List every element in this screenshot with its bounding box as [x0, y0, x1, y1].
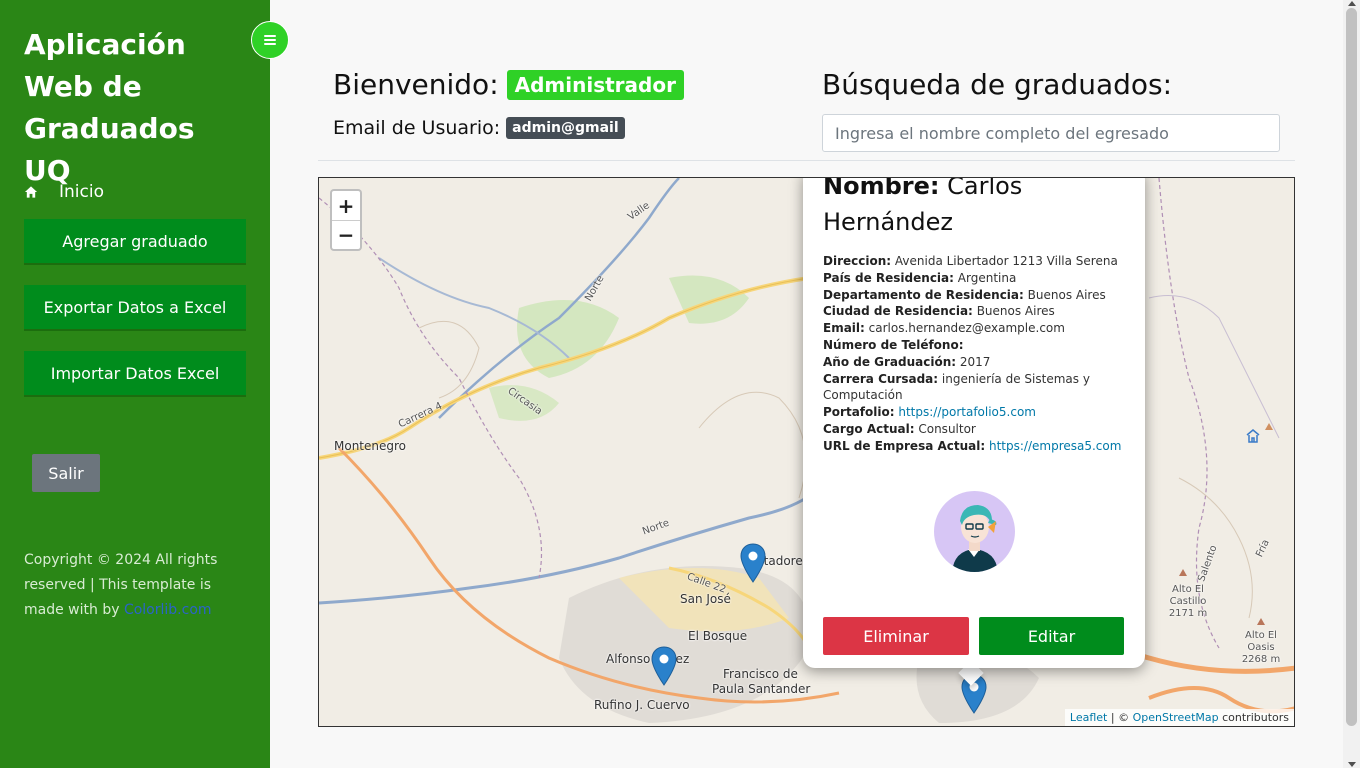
detail-label: Departamento de Residencia: [823, 287, 1024, 302]
map-label-paula: Paula Santander [712, 682, 811, 696]
detail-label: Direccion: [823, 254, 892, 268]
alto-oasis-elev: 2268 m [1241, 654, 1281, 665]
alto-oasis-name: Alto El Oasis [1245, 630, 1277, 653]
portfolio-link[interactable]: https://portafolio5.com [898, 405, 1036, 419]
attribution-contributors: contributors [1218, 711, 1289, 724]
colorlib-link[interactable]: Colorlib.com [124, 602, 212, 618]
graduate-popup: Nombre: Carlos Hernández Direccion: Aven… [803, 177, 1145, 668]
home-icon [24, 186, 38, 198]
map[interactable]: + − Montenegro San José El Bosque Alfons… [318, 177, 1295, 727]
detail-value: Avenida Libertador 1213 Villa Serena [894, 254, 1118, 268]
delete-button[interactable]: Eliminar [823, 617, 969, 655]
detail-email: Email: carlos.hernandez@example.com [823, 320, 1123, 337]
detail-graduation-year: Año de Graduación: 2017 [823, 354, 1123, 371]
copyright-text: Copyright © 2024 All rights reserved | T… [24, 548, 244, 623]
detail-value: Argentina [957, 270, 1017, 285]
detail-company-url: URL de Empresa Actual: https://empresa5.… [823, 438, 1123, 455]
export-excel-button[interactable]: Exportar Datos a Excel [24, 285, 246, 331]
map-label-el-bosque: El Bosque [688, 629, 748, 643]
nav-home-link[interactable]: Inicio [24, 182, 104, 202]
alto-castillo-name: Alto El Castillo [1169, 584, 1207, 607]
add-graduate-button[interactable]: Agregar graduado [24, 219, 246, 265]
detail-country: País de Residencia: Argentina [823, 270, 1123, 287]
menu-toggle-button[interactable] [251, 21, 289, 59]
map-label-francisco: Francisco de [723, 667, 798, 681]
email-row: Email de Usuario: admin@gmail [333, 117, 625, 139]
detail-department: Departamento de Residencia: Buenos Aires [823, 287, 1123, 304]
detail-label: Número de Teléfono: [823, 337, 964, 352]
attribution-sep: | © [1107, 711, 1133, 724]
zoom-in-button[interactable]: + [332, 191, 360, 220]
search-title: Búsqueda de graduados: [822, 68, 1173, 101]
map-marker-icon[interactable] [740, 543, 766, 583]
shelter-icon [1246, 429, 1260, 443]
map-label-rufino: Rufino J. Cuervo [594, 698, 690, 712]
detail-value: Buenos Aires [976, 304, 1055, 319]
map-label-alto-castillo: Alto El Castillo 2171 m [1163, 584, 1213, 620]
detail-address: Direccion: Avenida Libertador 1213 Villa… [823, 253, 1123, 270]
alto-castillo-elev: 2171 m [1168, 608, 1208, 619]
detail-label: URL de Empresa Actual: [823, 438, 986, 453]
detail-label: Año de Graduación: [823, 354, 957, 369]
welcome-row: Bienvenido: Administrador [333, 68, 684, 101]
user-email-badge: admin@gmail [506, 117, 625, 139]
logout-button[interactable]: Salir [32, 454, 100, 492]
detail-label: Cargo Actual: [823, 421, 915, 436]
detail-label: Carrera Cursada: [823, 371, 939, 386]
detail-label: Portafolio: [823, 405, 895, 420]
avatar-illustration [952, 505, 998, 572]
detail-city: Ciudad de Residencia: Buenos Aires [823, 303, 1123, 320]
popup-details: Direccion: Avenida Libertador 1213 Villa… [823, 253, 1123, 455]
detail-position: Cargo Actual: Consultor [823, 421, 1123, 438]
detail-phone: Número de Teléfono: [823, 337, 1123, 354]
edit-button[interactable]: Editar [979, 617, 1124, 655]
app-title: Aplicación Web de Graduados UQ [24, 28, 195, 187]
detail-label: País de Residencia: [823, 270, 954, 285]
map-label-alto-oasis: Alto El Oasis 2268 m [1241, 630, 1281, 666]
detail-value: Consultor [918, 421, 976, 436]
detail-label: Email: [823, 321, 865, 336]
popup-name-label: Nombre: [823, 177, 940, 200]
scrollbar-thumb[interactable] [1346, 8, 1357, 726]
map-marker-icon[interactable] [651, 646, 677, 686]
import-excel-button[interactable]: Importar Datos Excel [24, 351, 246, 397]
avatar [934, 491, 1015, 572]
sidebar: Aplicación Web de Graduados UQ Inicio Ag… [0, 0, 289, 768]
search-input[interactable] [822, 114, 1280, 152]
zoom-out-button[interactable]: − [332, 220, 360, 249]
detail-label: Ciudad de Residencia: [823, 304, 973, 319]
map-label-montenegro: Montenegro [334, 439, 407, 453]
page-scrollbar[interactable] [1343, 0, 1360, 768]
osm-link[interactable]: OpenStreetMap [1133, 711, 1219, 724]
company-url-link[interactable]: https://empresa5.com [989, 439, 1121, 453]
scroll-down-arrow-icon[interactable] [1348, 762, 1356, 767]
popup-name: Nombre: Carlos Hernández [823, 177, 1123, 240]
email-label: Email de Usuario: [333, 117, 501, 139]
user-role-badge: Administrador [506, 69, 684, 100]
detail-value: Buenos Aires [1027, 287, 1106, 302]
map-attribution: Leaflet | © OpenStreetMap contributors [1064, 709, 1294, 726]
hamburger-icon [264, 35, 276, 45]
detail-value: 2017 [959, 354, 991, 369]
detail-portfolio: Portafolio: https://portafolio5.com [823, 404, 1123, 421]
detail-value: carlos.hernandez@example.com [868, 321, 1065, 336]
scroll-up-arrow-icon[interactable] [1348, 1, 1356, 6]
header-divider [318, 160, 1295, 161]
welcome-label: Bienvenido: [333, 68, 499, 101]
detail-career: Carrera Cursada: ingeniería de Sistemas … [823, 371, 1123, 405]
leaflet-link[interactable]: Leaflet [1070, 711, 1107, 724]
nav-home-label: Inicio [59, 182, 104, 202]
zoom-control: + − [330, 189, 362, 251]
